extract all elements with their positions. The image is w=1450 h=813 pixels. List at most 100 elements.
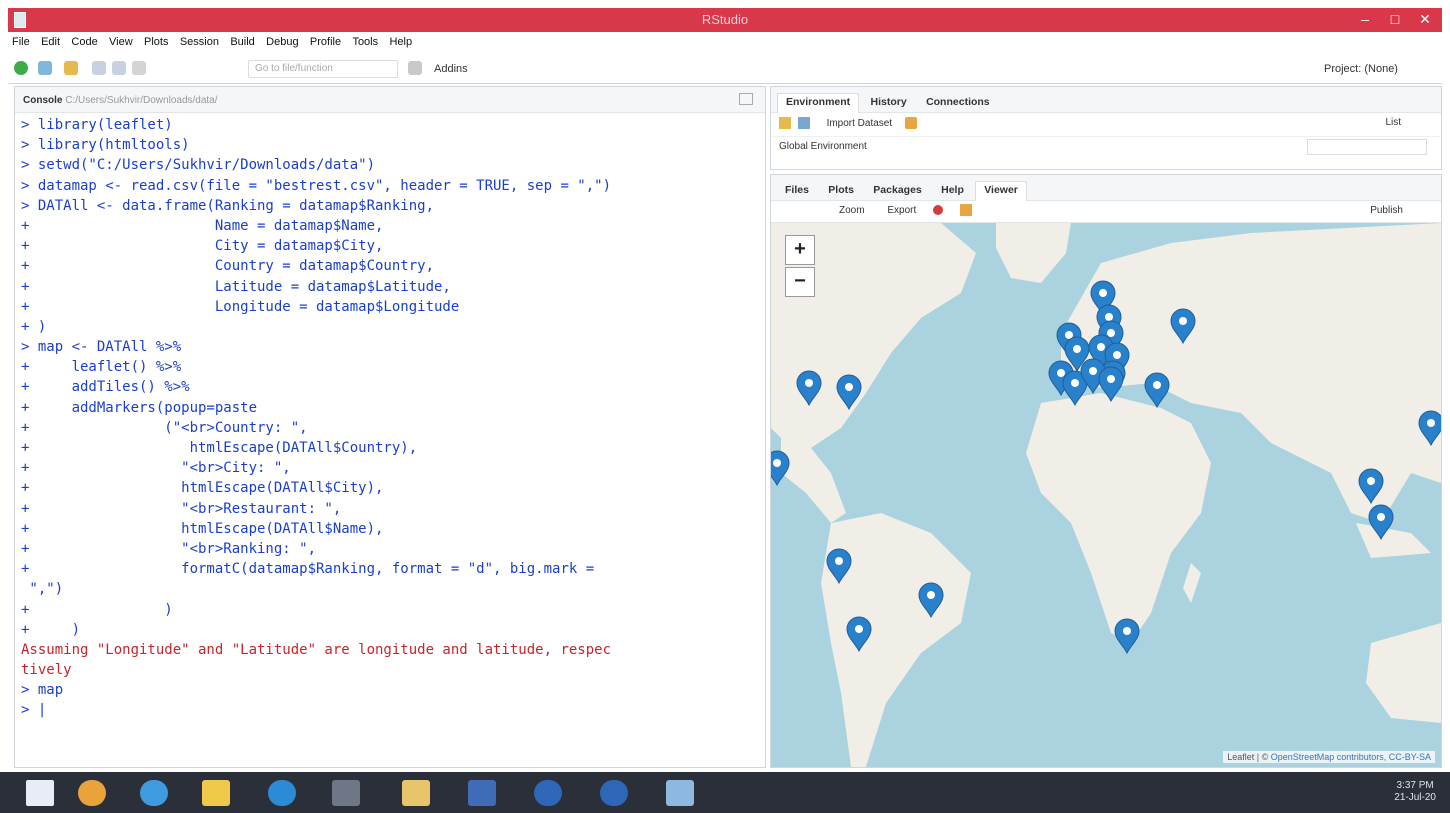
app-icon: [402, 780, 430, 806]
taskbar-app-3[interactable]: [654, 776, 708, 810]
tab-files[interactable]: Files: [777, 182, 817, 202]
folder-icon: [64, 61, 78, 75]
map-marker-dot: [845, 383, 853, 391]
publish-button[interactable]: Publish: [1370, 205, 1403, 216]
menu-debug[interactable]: Debug: [262, 34, 302, 50]
console-tab[interactable]: Console: [23, 95, 62, 106]
list-view-button[interactable]: List: [1385, 117, 1401, 128]
console-line: + "<br>Ranking: ",: [21, 540, 317, 557]
new-project-button[interactable]: [38, 61, 52, 77]
console-line: > map <- DATAll %>%: [21, 339, 182, 356]
print-icon: [132, 61, 146, 75]
taskbar-explorer[interactable]: [190, 776, 244, 810]
tab-plots[interactable]: Plots: [820, 182, 862, 202]
window-title: RStudio: [701, 12, 749, 27]
save-icon[interactable]: [797, 117, 810, 129]
console-output[interactable]: > library(leaflet) > library(htmltools) > …: [15, 113, 765, 723]
map-marker-dot: [1073, 345, 1081, 353]
menu-tools[interactable]: Tools: [348, 34, 382, 50]
menu-profile[interactable]: Profile: [306, 34, 345, 50]
stop-icon[interactable]: [933, 205, 944, 215]
menu-file[interactable]: File: [8, 34, 34, 50]
tab-viewer[interactable]: Viewer: [975, 181, 1027, 201]
broom-icon[interactable]: [904, 117, 917, 129]
leaflet-map[interactable]: + − Leaflet | © OpenStreetMap contributo…: [771, 223, 1441, 767]
map-marker-dot: [805, 379, 813, 387]
menu-view[interactable]: View: [105, 34, 137, 50]
env-search-input[interactable]: [1307, 139, 1427, 155]
taskbar-rstudio[interactable]: [588, 776, 642, 810]
map-marker-dot: [927, 591, 935, 599]
menu-help[interactable]: Help: [385, 34, 416, 50]
taskbar-ie[interactable]: [128, 776, 182, 810]
save-button[interactable]: [92, 61, 106, 77]
console-line: + addMarkers(popup=paste: [21, 399, 258, 416]
taskbar-word[interactable]: [456, 776, 510, 810]
taskbar-edge[interactable]: [256, 776, 310, 810]
maximize-button[interactable]: □: [1378, 8, 1412, 32]
import-dataset-button[interactable]: Import Dataset: [827, 118, 893, 129]
broom-icon[interactable]: [959, 204, 972, 216]
map-marker-dot: [835, 557, 843, 565]
tab-history[interactable]: History: [863, 94, 915, 114]
tab-help[interactable]: Help: [933, 182, 972, 202]
taskbar-app-2[interactable]: [390, 776, 444, 810]
addins-button[interactable]: Addins: [434, 63, 468, 79]
chrome-icon: [78, 780, 106, 806]
menu-session[interactable]: Session: [176, 34, 223, 50]
maximize-pane-icon[interactable]: [739, 93, 753, 105]
console-line: + "<br>Restaurant: ",: [21, 500, 342, 517]
minimize-button[interactable]: –: [1348, 8, 1382, 32]
console-line: > library(leaflet): [21, 117, 173, 133]
tab-packages[interactable]: Packages: [865, 182, 929, 202]
zoom-in-button[interactable]: +: [785, 235, 815, 265]
env-tabs: Environment History Connections: [771, 87, 1441, 113]
close-button[interactable]: ✕: [1408, 8, 1442, 32]
map-marker-dot: [1179, 317, 1187, 325]
tab-environment[interactable]: Environment: [777, 93, 860, 113]
console-message-line: tively: [21, 662, 72, 679]
goto-file-input[interactable]: Go to file/function: [248, 60, 398, 78]
open-file-button[interactable]: [64, 61, 78, 77]
map-attribution: Leaflet | © OpenStreetMap contributors, …: [1223, 751, 1435, 763]
zoom-out-button[interactable]: −: [785, 267, 815, 297]
menu-plots[interactable]: Plots: [140, 34, 172, 50]
windows-logo-icon: [26, 780, 54, 806]
new-file-button[interactable]: [14, 61, 28, 77]
menu-build[interactable]: Build: [226, 34, 258, 50]
attribution-prefix: Leaflet | ©: [1227, 752, 1271, 762]
zoom-button[interactable]: Zoom: [839, 205, 865, 216]
menu-edit[interactable]: Edit: [37, 34, 64, 50]
grid-icon: [408, 61, 422, 75]
menu-code[interactable]: Code: [67, 34, 101, 50]
global-environment-select[interactable]: Global Environment: [779, 141, 867, 152]
file-explorer-icon: [202, 780, 230, 806]
rstudio-icon: [600, 780, 628, 806]
clock-time: 3:37 PM: [1396, 780, 1434, 791]
console-line: + htmlEscape(DATAll$Name),: [21, 520, 384, 537]
console-line: + addTiles() %>%: [21, 379, 190, 396]
save-all-button[interactable]: [112, 61, 126, 77]
project-menu[interactable]: Project: (None): [1324, 63, 1398, 79]
taskbar-chrome[interactable]: [66, 776, 120, 810]
export-button[interactable]: Export: [887, 205, 916, 216]
main-toolbar: Go to file/function Addins Project: (Non…: [8, 54, 1442, 84]
layout-button[interactable]: [408, 61, 422, 77]
taskbar-r[interactable]: [522, 776, 576, 810]
osm-attribution-link[interactable]: OpenStreetMap contributors, CC-BY-SA: [1271, 752, 1431, 762]
console-line: + htmlEscape(DATAll$City),: [21, 480, 384, 497]
app-icon: [666, 780, 694, 806]
console-line: > library(htmltools): [21, 137, 190, 154]
console-line: > |: [21, 702, 47, 719]
open-icon[interactable]: [779, 117, 791, 129]
start-button[interactable]: [14, 776, 68, 810]
system-clock[interactable]: 3:37 PM 21-Jul-20: [1394, 780, 1436, 804]
print-button[interactable]: [132, 61, 146, 77]
map-marker-dot: [1105, 313, 1113, 321]
map-marker-dot: [1089, 367, 1097, 375]
save-icon: [92, 61, 106, 75]
taskbar-app-1[interactable]: [320, 776, 374, 810]
viewer-tabs: Files Plots Packages Help Viewer: [771, 175, 1441, 201]
menu-bar: File Edit Code View Plots Session Build …: [8, 34, 1442, 54]
tab-connections[interactable]: Connections: [918, 94, 998, 114]
